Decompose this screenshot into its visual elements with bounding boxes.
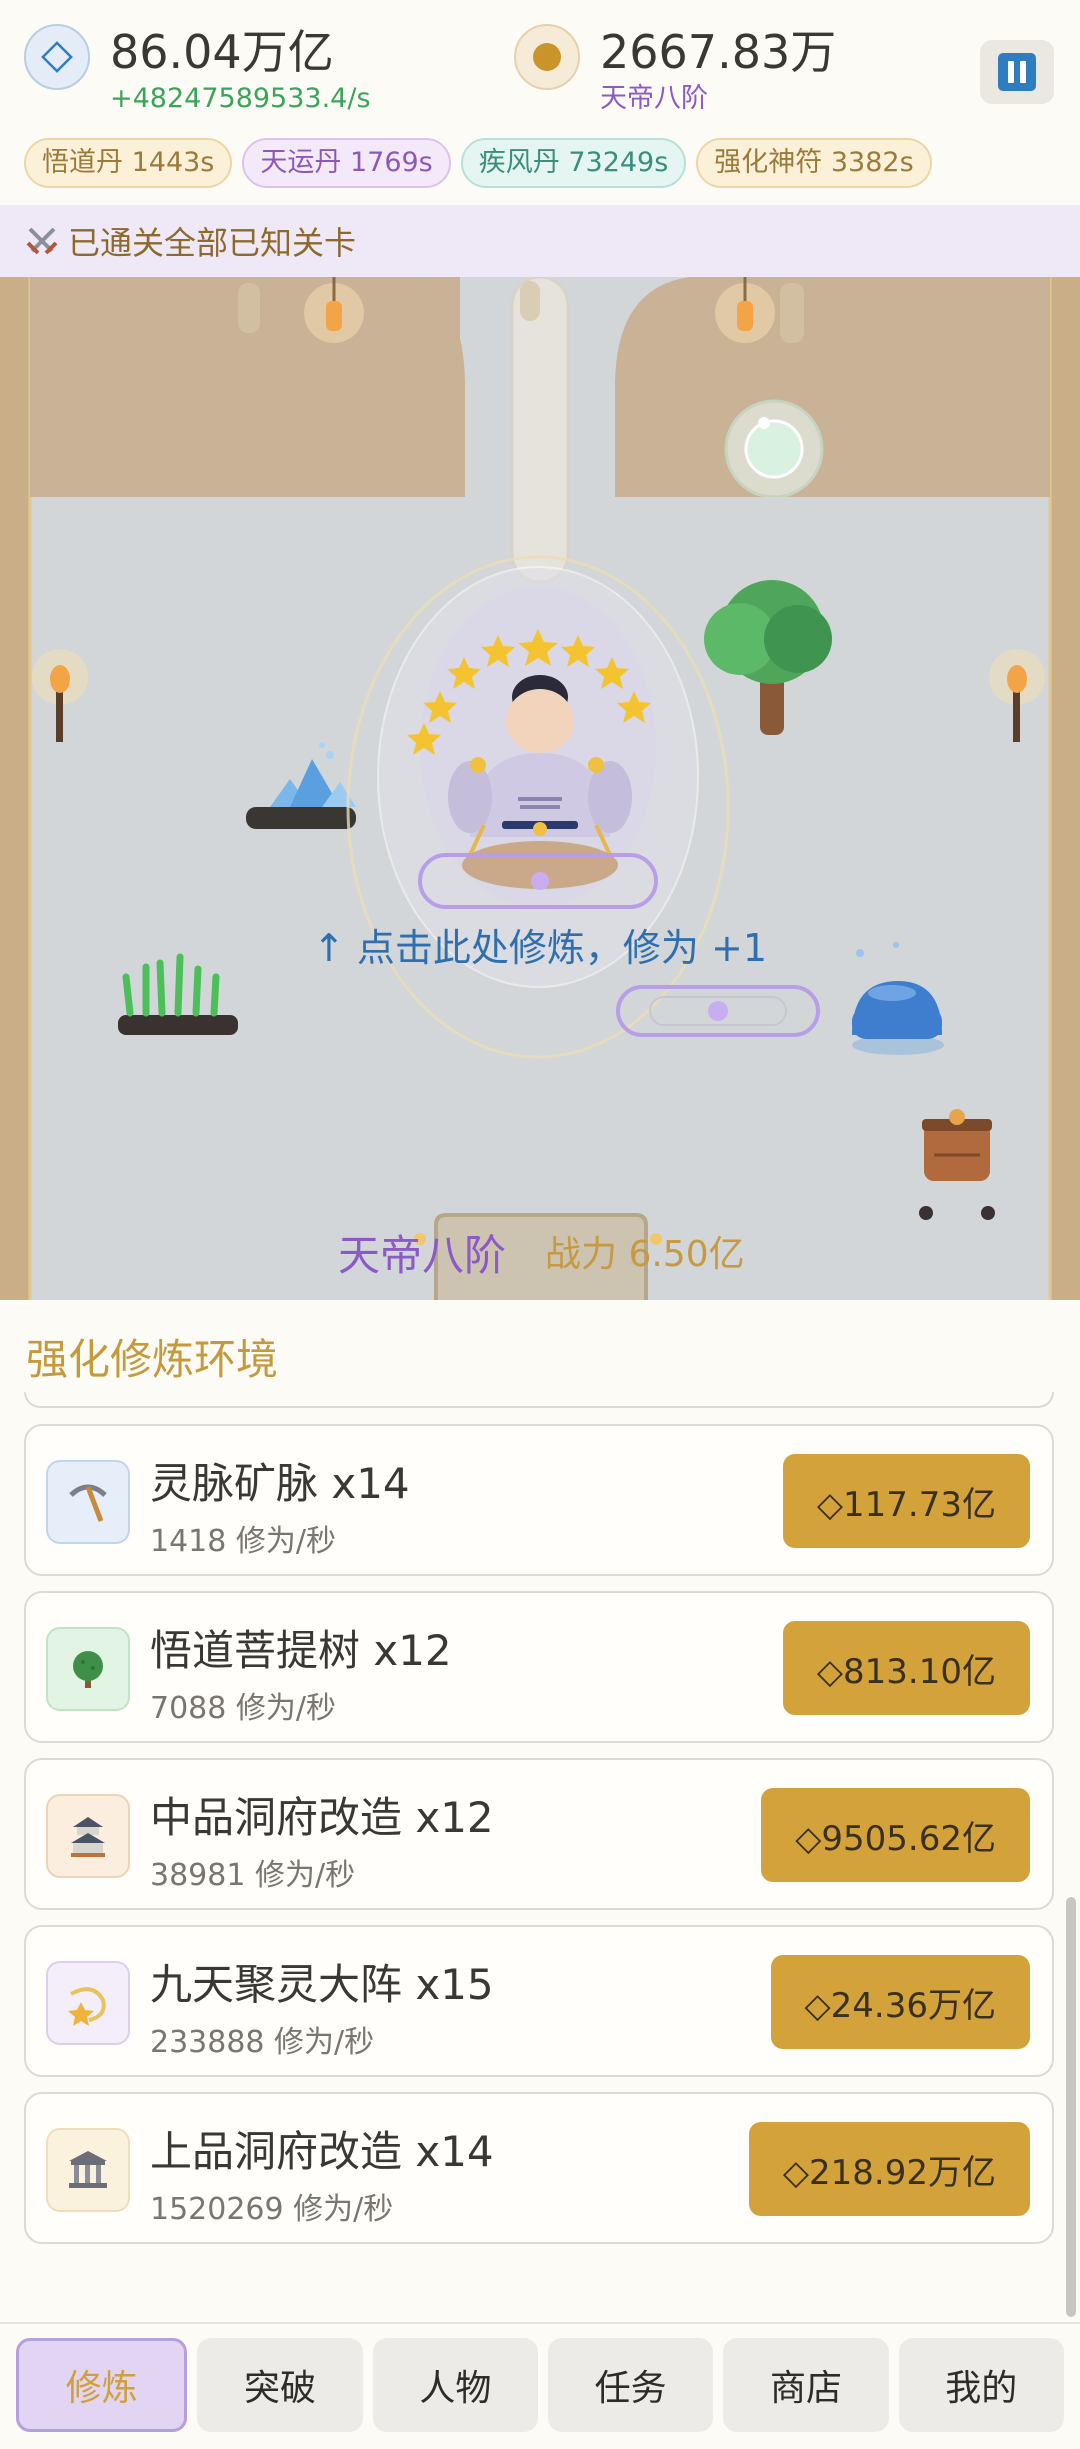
upgrade-name: 上品洞府改造 x14	[150, 2127, 494, 2176]
upgrade-card: 上品洞府改造 x14 1520269 修为/秒 ◇218.92万亿	[24, 2092, 1054, 2244]
upgrade-name: 中品洞府改造 x12	[150, 1793, 494, 1842]
scene-rank-label: 天帝八阶	[338, 1231, 507, 1280]
pause-button[interactable]	[980, 40, 1054, 104]
buff-badge: 疾风丹 73249s	[460, 138, 687, 188]
upgrade-panel: 强化修炼环境 灵脉矿脉 x14 1418 修为/秒 ◇117.73亿 悟道菩提树…	[0, 1300, 1080, 2322]
buff-list: 悟道丹 1443s 天运丹 1769s 疾风丹 73249s 强化神符 3382…	[24, 138, 932, 188]
pickaxe-icon	[46, 1460, 130, 1544]
buff-badge: 天运丹 1769s	[242, 138, 451, 188]
panel-scrollbar[interactable]	[1066, 1897, 1076, 2317]
upgrade-buy-button[interactable]: ◇9505.62亿	[761, 1788, 1030, 1882]
upgrade-name: 悟道菩提树 x12	[150, 1626, 452, 1675]
combat-power-label: 战力 6.50亿	[545, 1234, 745, 1275]
upgrade-card: 中品洞府改造 x12 38981 修为/秒 ◇9505.62亿	[24, 1758, 1054, 1910]
pause-icon	[998, 53, 1036, 91]
spirit-stone-value: 2667.83万	[600, 25, 837, 79]
cultivation-rate: +48247589533.4/s	[110, 83, 371, 114]
top-header: 86.04万亿 +48247589533.4/s 2667.83万 天帝八阶 悟…	[0, 0, 1080, 205]
tab-character[interactable]: 人物	[372, 2338, 538, 2432]
cultivate-hint[interactable]: ↑ 点击此处修炼，修为 +1	[0, 917, 1080, 972]
upgrade-rate: 7088 修为/秒	[150, 1691, 336, 1726]
upgrade-buy-button[interactable]: ◇24.36万亿	[770, 1955, 1030, 2049]
tab-tasks[interactable]: 任务	[547, 2338, 714, 2432]
diamond-icon	[24, 24, 90, 90]
buff-badge: 强化神符 3382s	[696, 138, 932, 188]
upgrade-rate: 1520269 修为/秒	[150, 2192, 394, 2227]
buff-badge: 悟道丹 1443s	[24, 138, 233, 188]
cultivation-value: 86.04万亿	[110, 25, 334, 79]
bottom-nav: 修炼 突破 人物 任务 商店 我的	[0, 2322, 1080, 2449]
tab-profile[interactable]: 我的	[898, 2338, 1064, 2432]
tab-cultivate[interactable]: 修炼	[16, 2338, 188, 2432]
upgrade-buy-button[interactable]: ◇218.92万亿	[748, 2122, 1030, 2216]
upgrade-buy-button[interactable]: ◇813.10亿	[782, 1621, 1030, 1715]
realm-label: 天帝八阶	[600, 83, 708, 114]
upgrade-rate: 233888 修为/秒	[150, 2025, 375, 2060]
tab-breakthrough[interactable]: 突破	[197, 2338, 363, 2432]
upgrade-buy-button[interactable]: ◇117.73亿	[782, 1454, 1030, 1548]
banner-text: 已通关全部已知关卡	[68, 224, 357, 262]
coin-icon	[514, 24, 580, 90]
upgrade-card: 灵脉矿脉 x14 1418 修为/秒 ◇117.73亿	[24, 1424, 1054, 1576]
star-swirl-icon	[46, 1961, 130, 2045]
stage-banner: 已通关全部已知关卡	[0, 205, 1080, 277]
temple-icon	[46, 2128, 130, 2212]
upgrade-card: 九天聚灵大阵 x15 233888 修为/秒 ◇24.36万亿	[24, 1925, 1054, 2077]
upgrade-rate: 38981 修为/秒	[150, 1858, 356, 1893]
cultivation-scene[interactable]: ↑ 点击此处修炼，修为 +1 天帝八阶 战力 6.50亿	[0, 277, 1080, 1300]
cultivation-resource: 86.04万亿 +48247589533.4/s	[24, 24, 371, 116]
tab-shop[interactable]: 商店	[723, 2338, 889, 2432]
previous-card-edge	[24, 1392, 1054, 1408]
tree-icon	[46, 1627, 130, 1711]
panel-title: 强化修炼环境	[26, 1335, 279, 1384]
upgrade-card: 悟道菩提树 x12 7088 修为/秒 ◇813.10亿	[24, 1591, 1054, 1743]
upgrade-name: 灵脉矿脉 x14	[150, 1459, 410, 1508]
castle-icon	[46, 1794, 130, 1878]
upgrade-name: 九天聚灵大阵 x15	[150, 1960, 494, 2009]
crossed-swords-icon	[26, 227, 58, 255]
spirit-stone-resource: 2667.83万 天帝八阶	[514, 24, 836, 116]
upgrade-rate: 1418 修为/秒	[150, 1524, 336, 1559]
